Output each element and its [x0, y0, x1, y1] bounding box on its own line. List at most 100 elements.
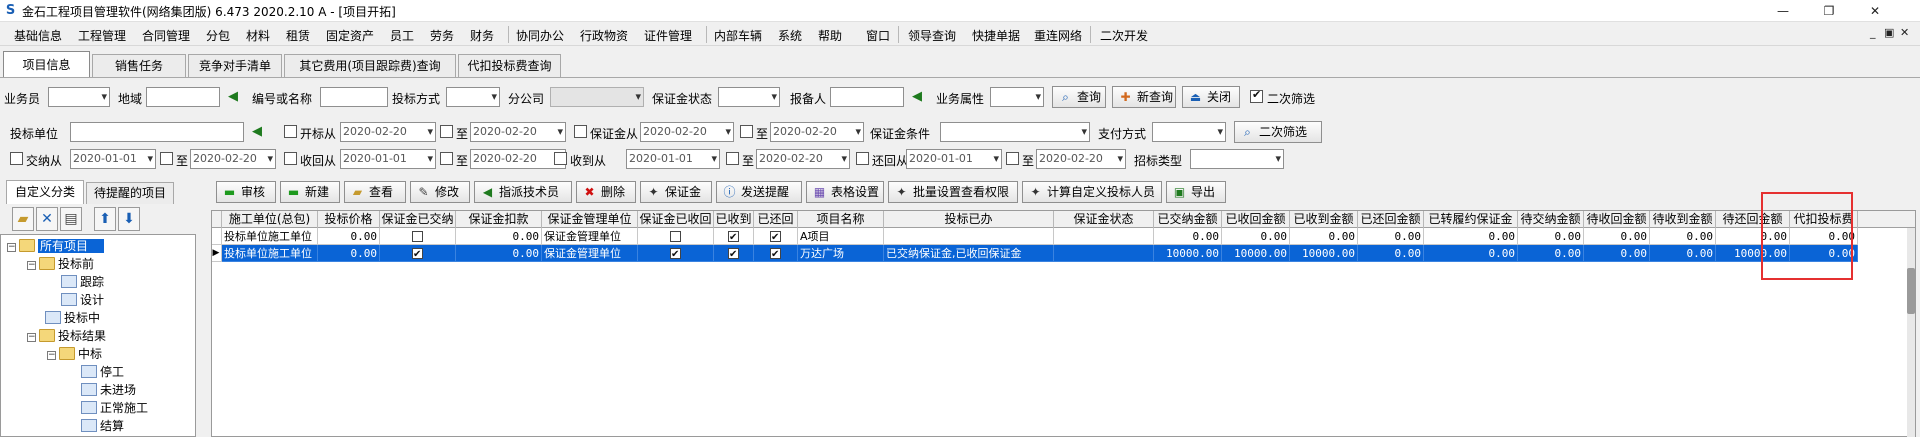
- open-from-date[interactable]: 2020-02-20: [340, 122, 436, 142]
- cell-contractor[interactable]: 投标单位施工单位: [222, 245, 318, 262]
- move-up-icon[interactable]: ⬆: [94, 207, 116, 231]
- query-button[interactable]: ⌕ 查询: [1052, 86, 1106, 108]
- tab-competitors[interactable]: 竞争对手清单: [188, 54, 282, 77]
- mdi-minimize-button[interactable]: _: [1870, 26, 1876, 39]
- bid-unit-picker-icon[interactable]: ◀: [248, 124, 266, 140]
- col-project-name[interactable]: 项目名称: [798, 211, 884, 228]
- recover-to-checkbox[interactable]: [440, 152, 453, 165]
- cell-pending-pay[interactable]: 0.00: [1518, 228, 1584, 245]
- cell-received[interactable]: [714, 228, 754, 245]
- cell-returned[interactable]: [754, 245, 798, 262]
- col-received[interactable]: 已收到: [714, 211, 754, 228]
- cell-returned[interactable]: [754, 228, 798, 245]
- returned-checkbox[interactable]: [770, 229, 781, 244]
- return-date-checkbox[interactable]: [856, 152, 869, 165]
- tree-node-won[interactable]: − 中标: [47, 345, 102, 363]
- col-contractor[interactable]: 施工单位(总包): [222, 211, 318, 228]
- menu-fixed-asset[interactable]: 固定资产: [326, 27, 374, 44]
- col-bid-price[interactable]: 投标价格: [318, 211, 380, 228]
- cell-deposit-status[interactable]: [1054, 245, 1154, 262]
- menu-reconnect[interactable]: 重连网络: [1034, 27, 1082, 44]
- secondary-filter-checkbox[interactable]: [1250, 88, 1263, 103]
- received-to-checkbox[interactable]: [726, 152, 739, 165]
- code-name-input[interactable]: [320, 87, 388, 107]
- cell-project-name[interactable]: A项目: [798, 228, 884, 245]
- cell-bid-price[interactable]: 0.00: [318, 228, 380, 245]
- tree-node-tracking[interactable]: 跟踪: [61, 273, 104, 291]
- deposit-cond-select[interactable]: [940, 122, 1090, 142]
- open-date-checkbox[interactable]: [284, 125, 297, 138]
- menu-help[interactable]: 帮助: [818, 27, 842, 44]
- view-button[interactable]: ▰ 查看: [344, 181, 406, 203]
- collapse-icon[interactable]: −: [27, 261, 36, 270]
- cell-deposit-paid[interactable]: [380, 228, 456, 245]
- salesman-select[interactable]: [48, 87, 110, 107]
- table-row-selected[interactable]: ▶ 投标单位施工单位 0.00 0.00 保证金管理单位 万达广场 已交纳保证金…: [212, 245, 1915, 262]
- col-paid-amount[interactable]: 已交纳金额: [1154, 211, 1222, 228]
- menu-certificates[interactable]: 证件管理: [644, 27, 692, 44]
- menu-lease[interactable]: 租赁: [286, 27, 310, 44]
- menu-system[interactable]: 系统: [778, 27, 802, 44]
- col-deposit-status[interactable]: 保证金状态: [1054, 211, 1154, 228]
- recover-date-checkbox[interactable]: [284, 152, 297, 165]
- tree-node-not-entered[interactable]: 未进场: [81, 381, 136, 399]
- menu-window[interactable]: 窗口: [866, 27, 890, 44]
- batch-permission-button[interactable]: ✦ 批量设置查看权限: [888, 181, 1018, 203]
- collapse-icon[interactable]: −: [27, 333, 36, 342]
- col-returned-amount[interactable]: 已还回金额: [1358, 211, 1424, 228]
- cell-recovered-amount[interactable]: 10000.00: [1222, 245, 1290, 262]
- deposit-from-date[interactable]: 2020-02-20: [640, 122, 734, 142]
- vertical-scrollbar[interactable]: [1907, 228, 1915, 437]
- mdi-restore-button[interactable]: ▣: [1884, 26, 1894, 39]
- edit-node-icon[interactable]: ▤: [60, 207, 82, 231]
- pay-date-checkbox[interactable]: [10, 152, 23, 165]
- cell-returned-amount[interactable]: 0.00: [1358, 245, 1424, 262]
- cell-pending-recover[interactable]: 0.00: [1584, 245, 1650, 262]
- cell-paid-amount[interactable]: 10000.00: [1154, 245, 1222, 262]
- return-to-checkbox[interactable]: [1006, 152, 1019, 165]
- cell-pending-recover[interactable]: 0.00: [1584, 228, 1650, 245]
- cell-paid-amount[interactable]: 0.00: [1154, 228, 1222, 245]
- received-checkbox[interactable]: [728, 246, 739, 261]
- cell-returned-amount[interactable]: 0.00: [1358, 228, 1424, 245]
- cell-deposit-mgr-unit[interactable]: 保证金管理单位: [542, 228, 638, 245]
- menu-contract[interactable]: 合同管理: [142, 27, 190, 44]
- deposit-recovered-checkbox[interactable]: [670, 246, 681, 261]
- bid-type-select[interactable]: [1190, 149, 1284, 169]
- bid-method-select[interactable]: [446, 87, 500, 107]
- region-input[interactable]: [146, 87, 220, 107]
- col-pending-pay[interactable]: 待交纳金额: [1518, 211, 1584, 228]
- deposit-date-checkbox[interactable]: [574, 125, 587, 138]
- pay-method-select[interactable]: [1152, 122, 1226, 142]
- export-button[interactable]: ▣ 导出: [1166, 181, 1226, 203]
- col-deposit-paid[interactable]: 保证金已交纳: [380, 211, 456, 228]
- pay-from-date[interactable]: 2020-01-01: [70, 149, 156, 169]
- cell-pending-return[interactable]: 0.00: [1716, 228, 1790, 245]
- col-returned[interactable]: 已还回: [754, 211, 798, 228]
- deposit-paid-checkbox[interactable]: [412, 231, 423, 242]
- scrollbar-thumb[interactable]: [1907, 268, 1915, 314]
- menu-finance[interactable]: 财务: [470, 27, 494, 44]
- col-recovered-amount[interactable]: 已收回金额: [1222, 211, 1290, 228]
- biz-attr-select[interactable]: [990, 87, 1044, 107]
- deposit-status-select[interactable]: [718, 87, 780, 107]
- received-checkbox[interactable]: [728, 229, 739, 244]
- delete-node-icon[interactable]: ✕: [36, 207, 58, 231]
- tree-node-stopped[interactable]: 停工: [81, 363, 124, 381]
- reporter-input[interactable]: [830, 87, 904, 107]
- assign-tech-button[interactable]: ◀ 指派技术员: [474, 181, 572, 203]
- tree-node-all-projects[interactable]: − 所有项目: [7, 237, 105, 255]
- bid-unit-input[interactable]: [70, 122, 244, 142]
- secondary-filter-button[interactable]: ⌕ 二次筛选: [1234, 121, 1322, 143]
- cell-project-name[interactable]: 万达广场: [798, 245, 884, 262]
- cell-deposit-mgr-unit[interactable]: 保证金管理单位: [542, 245, 638, 262]
- reporter-picker-icon[interactable]: ◀: [908, 89, 926, 105]
- tab-sales-task[interactable]: 销售任务: [92, 54, 186, 77]
- close-window-button[interactable]: ✕: [1852, 0, 1898, 22]
- cell-pending-return[interactable]: 10000.00: [1716, 245, 1790, 262]
- col-deposit-recovered[interactable]: 保证金已收回: [638, 211, 714, 228]
- cell-deposit-status[interactable]: [1054, 228, 1154, 245]
- move-down-icon[interactable]: ⬇: [118, 207, 140, 231]
- close-filter-button[interactable]: ⏏ 关闭: [1182, 86, 1240, 108]
- cell-bid-done[interactable]: [884, 228, 1054, 245]
